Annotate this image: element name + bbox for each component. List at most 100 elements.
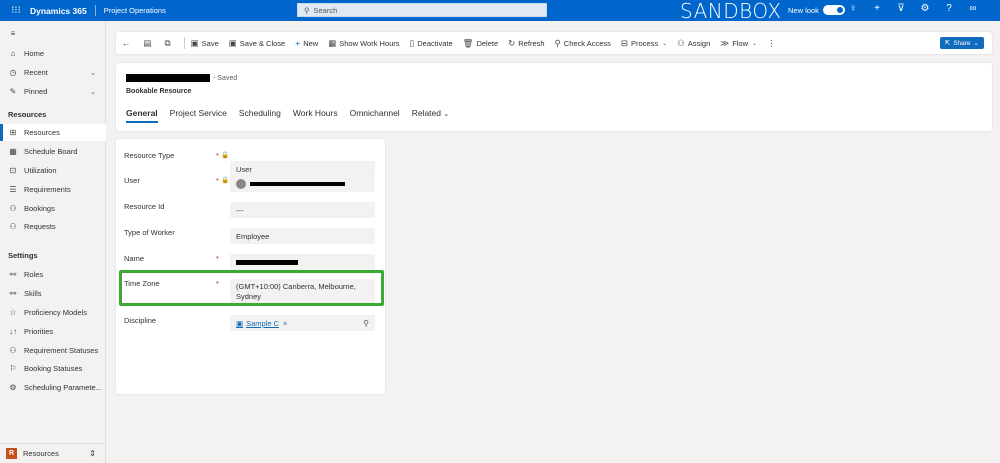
sidebar-item-scheduling-parameters[interactable]: ⚙ Scheduling Paramete...: [0, 379, 106, 396]
sidebar-item-schedule-board[interactable]: ▦ Schedule Board: [0, 143, 106, 160]
sidebar-item-utilization[interactable]: ⊡ Utilization: [0, 162, 106, 179]
chevron-down-icon[interactable]: ⌄: [90, 88, 96, 96]
hamburger-menu-icon[interactable]: ≡: [0, 25, 106, 42]
roles-icon: ⚯: [9, 270, 17, 279]
back-button[interactable]: ←: [122, 38, 134, 48]
new-look-label: New look: [788, 5, 819, 15]
refresh-icon: ↻: [508, 37, 516, 48]
assign-button[interactable]: ⚇ Assign: [677, 38, 710, 49]
skills-icon: ⚯: [9, 289, 17, 298]
name-field[interactable]: [230, 254, 375, 270]
tab-omnichannel[interactable]: Omnichannel: [350, 108, 400, 123]
avatar: [236, 179, 246, 189]
form-tabs: General Project Service Scheduling Work …: [126, 108, 449, 123]
required-marker: *: [216, 176, 219, 185]
sidebar-item-roles[interactable]: ⚯ Roles: [0, 266, 106, 283]
divider: [183, 37, 185, 49]
form-selector-button[interactable]: ▤: [144, 38, 155, 49]
toggle-switch[interactable]: [822, 5, 845, 15]
area-badge: R: [6, 448, 17, 459]
chevron-down-icon: ⌄: [752, 40, 758, 47]
area-switcher[interactable]: R Resources ⇕: [0, 443, 106, 463]
sidebar-item-pinned[interactable]: ✎ Pinned ⌄: [0, 83, 106, 100]
check-access-button[interactable]: ⚲ Check Access: [555, 38, 611, 49]
sidebar-item-booking-statuses[interactable]: ⚐ Booking Statuses: [0, 360, 106, 377]
chevron-down-icon: ⌄: [662, 40, 668, 47]
type-of-worker-field[interactable]: Employee: [230, 228, 375, 244]
tab-work-hours[interactable]: Work Hours: [293, 108, 338, 123]
refresh-button[interactable]: ↻ Refresh: [508, 38, 544, 49]
open-new-window-button[interactable]: ⧉: [165, 38, 174, 49]
app-name[interactable]: Dynamics 365: [30, 6, 87, 16]
flow-button[interactable]: ≫ Flow ⌄: [720, 38, 757, 49]
command-bar: ← ▤ ⧉ ▣ Save ▣ Save & Close + New ▦ Show Wor…: [116, 32, 992, 54]
required-marker: *: [216, 254, 219, 263]
new-button[interactable]: + New: [295, 38, 318, 48]
sidebar-item-priorities[interactable]: ↓↑ Priorities: [0, 323, 106, 340]
pin-icon: ✎: [9, 87, 17, 96]
redacted-record-name: [126, 74, 210, 82]
save-icon: ▣: [190, 37, 199, 48]
sidebar-item-recent[interactable]: ◷ Recent ⌄: [0, 64, 106, 81]
lightbulb-icon[interactable]: ♀: [848, 3, 858, 14]
gear-icon[interactable]: ⚙: [920, 3, 930, 14]
field-label: Discipline: [124, 316, 157, 325]
field-label: User: [124, 176, 140, 185]
redacted-name: [236, 259, 298, 265]
sidebar-item-home[interactable]: ⌂ Home: [0, 45, 106, 62]
divider: [94, 5, 96, 16]
sidebar-item-requirement-statuses[interactable]: ⚇ Requirement Statuses: [0, 342, 106, 359]
tab-general[interactable]: General: [126, 108, 158, 123]
filter-icon[interactable]: ⊽: [896, 3, 906, 14]
redacted-user-name: [250, 182, 345, 186]
list-icon: ☰: [9, 185, 17, 194]
user-lookup-field[interactable]: [230, 176, 375, 192]
delete-button[interactable]: 🗑 Delete: [463, 38, 498, 49]
deactivate-button[interactable]: ▯ Deactivate: [410, 38, 453, 49]
tab-scheduling[interactable]: Scheduling: [239, 108, 281, 123]
chevron-down-icon: ⌄: [443, 111, 450, 118]
process-button[interactable]: ⊟ Process ⌄: [621, 38, 667, 49]
field-type-of-worker: Type of Worker Employee: [124, 228, 377, 246]
global-search-input[interactable]: ⚲ Search: [297, 3, 547, 17]
tab-related[interactable]: Related ⌄: [412, 108, 450, 123]
app-launcher-icon[interactable]: ⁝⁝⁝: [8, 5, 24, 16]
key-icon: ⚲: [554, 37, 561, 48]
tab-project-service[interactable]: Project Service: [170, 108, 227, 123]
search-icon[interactable]: ⚲: [363, 319, 369, 328]
copilot-icon[interactable]: ∞: [968, 3, 978, 14]
people-icon: ⚇: [9, 204, 17, 213]
sidebar-item-proficiency-models[interactable]: ☆ Proficiency Models: [0, 304, 106, 321]
trash-icon: 🗑: [462, 37, 474, 48]
save-status: - Saved: [213, 74, 238, 82]
record-title: - Saved: [126, 74, 237, 82]
more-icon: ⋮: [767, 37, 776, 48]
resource-type-field[interactable]: User: [230, 161, 375, 177]
save-close-button[interactable]: ▣ Save & Close: [229, 38, 285, 49]
sidebar-item-requests[interactable]: ⚇ Requests: [0, 218, 106, 235]
area-switcher-label: Resources: [23, 449, 59, 458]
sidebar-item-resources[interactable]: ⊞ Resources: [0, 124, 106, 141]
area-name[interactable]: Project Operations: [104, 6, 166, 15]
sidebar-item-skills[interactable]: ⚯ Skills: [0, 285, 106, 302]
top-navigation-bar: ⁝⁝⁝ Dynamics 365 Project Operations ⚲ Se…: [0, 0, 1000, 23]
show-work-hours-button[interactable]: ▦ Show Work Hours: [328, 38, 399, 49]
help-icon[interactable]: ?: [944, 3, 954, 14]
resource-id-field[interactable]: ---: [230, 202, 375, 218]
form-icon: ▤: [143, 37, 152, 48]
share-button[interactable]: ⇱ Share ⌄: [939, 37, 984, 49]
new-look-toggle[interactable]: New look: [788, 5, 845, 15]
discipline-lookup-field[interactable]: ▣ Sample C × ⚲: [230, 315, 375, 331]
deactivate-icon: ▯: [409, 37, 415, 48]
discipline-tag[interactable]: ▣ Sample C: [236, 319, 279, 328]
gear-icon: ⚙: [9, 383, 17, 392]
field-label: Type of Worker: [124, 228, 175, 237]
save-button[interactable]: ▣ Save: [191, 38, 219, 49]
more-commands-button[interactable]: ⋮: [767, 38, 779, 49]
remove-tag-icon[interactable]: ×: [283, 319, 287, 328]
chevron-down-icon[interactable]: ⌄: [90, 69, 96, 77]
share-icon: ⇱: [944, 40, 951, 47]
plus-icon[interactable]: +: [872, 3, 882, 14]
sidebar-item-bookings[interactable]: ⚇ Bookings: [0, 200, 106, 217]
sidebar-item-requirements[interactable]: ☰ Requirements: [0, 181, 106, 198]
